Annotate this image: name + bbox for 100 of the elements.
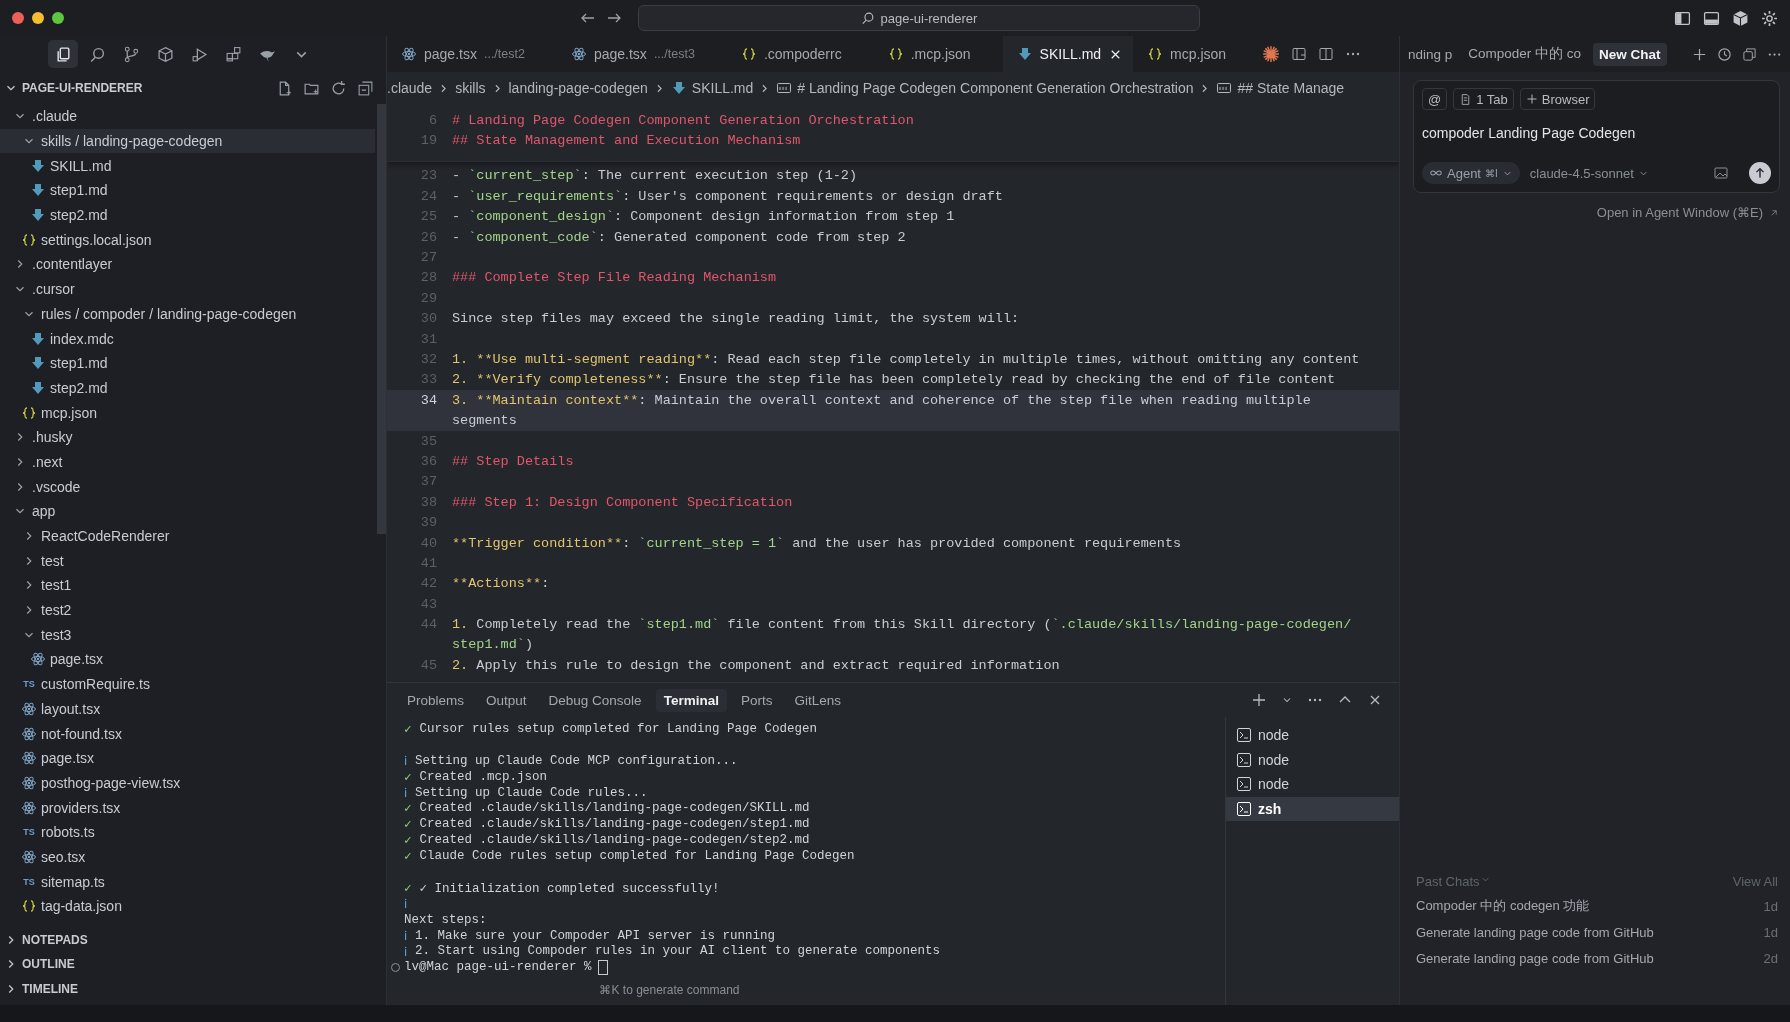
file-item[interactable]: providers.tsx [0, 795, 375, 820]
folder-item[interactable]: .husky [0, 424, 375, 450]
file-item[interactable]: index.mdc [0, 326, 375, 351]
info-mark: ℹ [404, 929, 407, 945]
file-item[interactable]: TS customRequire.ts [0, 671, 375, 697]
file-item[interactable]: tag-data.json [0, 894, 375, 919]
section-header[interactable]: OUTLINE [0, 952, 386, 977]
chat-tab[interactable]: New Chat [1593, 42, 1667, 66]
terminal-session[interactable]: node [1226, 723, 1399, 748]
folder-item[interactable]: test [0, 548, 375, 574]
line-number: 36 [419, 453, 438, 469]
folder-item[interactable]: .claude [0, 104, 375, 129]
past-chat-item[interactable]: Generate landing page code from GitHub 1d [1416, 919, 1778, 945]
line-number: 34 [419, 392, 438, 408]
file-item[interactable]: page.tsx [0, 647, 375, 672]
editor-tab[interactable]: SKILL.md [1002, 36, 1134, 72]
file-item[interactable]: settings.local.json [0, 227, 375, 253]
folder-item[interactable]: test3 [0, 622, 375, 648]
line-number: 41 [419, 555, 438, 571]
info-mark: ℹ [404, 786, 407, 801]
file-item[interactable]: step1.md [0, 178, 375, 203]
check-mark: ✓ [404, 880, 412, 896]
panel-tab[interactable]: Debug Console [540, 688, 650, 712]
file-item[interactable]: page.tsx [0, 745, 375, 771]
file-item[interactable]: seo.tsx [0, 844, 375, 870]
folder-item[interactable]: .contentlayer [0, 252, 375, 277]
chat-tab[interactable]: Compoder 中的 co [1464, 41, 1586, 67]
breadcrumb-item[interactable]: # Landing Page Codegen Component Generation Orchestration [797, 80, 1194, 96]
chat-tab[interactable]: nding p [1404, 42, 1457, 66]
file-item[interactable]: step2.md [0, 202, 375, 228]
folder-item[interactable]: skills / landing-page-codegen [0, 128, 375, 154]
typescript-file-icon: TS [23, 876, 35, 887]
file-item[interactable]: not-found.tsx [0, 721, 375, 746]
folder-item[interactable]: .cursor [0, 276, 375, 302]
file-item[interactable]: TS sitemap.ts [0, 869, 375, 894]
section-header[interactable]: TIMELINE [0, 976, 386, 1001]
panel-tab[interactable]: Output [478, 688, 535, 712]
file-item[interactable]: posthog-page-view.tsx [0, 770, 375, 796]
terminal-line: Created .mcp.json [419, 769, 548, 784]
line-number: 38 [419, 494, 438, 510]
breadcrumb-item[interactable]: landing-page-codegen [508, 80, 648, 96]
chat-input-field[interactable]: @ 1 Tab Browser compoder Landing Page Codegen Agent ⌘I claude-4.5-sonnet [1413, 80, 1780, 193]
editor-tab[interactable]: mcp.json [1133, 36, 1259, 72]
folder-item[interactable]: test1 [0, 573, 375, 598]
code-line: segments [452, 413, 517, 429]
file-item[interactable]: step1.md [0, 350, 375, 376]
file-item[interactable]: TS robots.ts [0, 819, 375, 845]
editor-tab[interactable]: .compoderrc [726, 36, 874, 72]
folder-item[interactable]: .vscode [0, 474, 375, 499]
breadcrumb-item[interactable]: .claude [387, 80, 433, 96]
panel-tab[interactable]: Terminal [655, 688, 727, 712]
info-mark: ℹ [404, 897, 407, 913]
terminal-session[interactable]: node [1226, 747, 1399, 772]
code-line: - `component_design`: Component design information from step 1 [452, 209, 955, 225]
check-mark: ✓ [404, 833, 412, 849]
terminal-line: Created .claude/skills/landing-page-codegen/SKILL.md [419, 801, 810, 816]
panel-tab[interactable]: Ports [732, 688, 781, 712]
code-line: 2. Apply this rule to design the component and extract required information [452, 657, 1060, 673]
editor-tab[interactable]: page.tsx .../test3 [556, 36, 727, 72]
past-chat-item[interactable]: Generate landing page code from GitHub 2d [1416, 945, 1778, 971]
breadcrumb-item[interactable]: ## State Manage [1237, 80, 1345, 96]
code-line: step1.md`) [452, 637, 534, 653]
folder-item[interactable]: .next [0, 449, 375, 475]
section-header[interactable]: NOTEPADS [0, 927, 386, 952]
info-mark: ℹ [404, 754, 407, 770]
breadcrumb-item[interactable]: skills [455, 80, 486, 96]
file-item[interactable]: step2.md [0, 375, 375, 401]
search-field[interactable]: page-ui-renderer [638, 5, 1200, 31]
file-item[interactable]: layout.tsx [0, 696, 375, 722]
panel-tab[interactable]: GitLens [786, 688, 849, 712]
terminal-session[interactable]: node [1226, 772, 1399, 797]
line-number: 26 [419, 229, 438, 245]
code-line: 2. **Verify completeness**: Ensure the step file has been completely read by checking the end of file content [452, 372, 1336, 388]
folder-item[interactable]: ReactCodeRenderer [0, 523, 375, 549]
code-line: **Trigger condition**: `current_step = 1` and the user has provided component requirements [452, 535, 1182, 551]
open-agent-window-link[interactable]: Open in Agent Window (⌘E) [1596, 205, 1780, 220]
code-line: Since step files may exceed the single reading limit, the system will: [452, 311, 1020, 327]
model-dropdown[interactable]: claude-4.5-sonnet [1529, 165, 1649, 181]
agent-dropdown[interactable]: Agent ⌘I [1422, 162, 1520, 184]
folder-item[interactable]: rules / compoder / landing-page-codegen [0, 301, 375, 327]
terminal-line: Created .claude/skills/landing-page-codegen/step1.md [419, 817, 810, 832]
code-line: # Landing Page Codegen Component Generation Orchestration [452, 112, 914, 128]
folder-item[interactable]: app [0, 499, 375, 524]
mention-chip[interactable]: @ [1422, 88, 1448, 110]
editor-tab[interactable]: .mcp.json [873, 36, 1003, 72]
editor-tab[interactable]: page.tsx .../test2 [387, 36, 557, 72]
terminal-line: 1. Make sure your Compoder API server is running [415, 928, 776, 943]
panel-tab[interactable]: Problems [399, 688, 473, 712]
terminal-line: 2. Start using Compoder rules in your AI client to generate components [415, 944, 941, 959]
file-item[interactable]: SKILL.md [0, 153, 375, 179]
browser-chip[interactable]: Browser [1519, 88, 1596, 110]
info-mark: ℹ [404, 944, 407, 960]
breadcrumb-item[interactable]: SKILL.md [691, 80, 754, 96]
past-chat-item[interactable]: Compoder 中的 codegen 功能 1d [1416, 893, 1778, 919]
line-number: 42 [419, 576, 438, 592]
tab-chip[interactable]: 1 Tab [1453, 88, 1514, 110]
file-item[interactable]: mcp.json [0, 400, 375, 425]
line-number: 33 [419, 372, 438, 388]
terminal-session[interactable]: zsh [1226, 796, 1399, 821]
folder-item[interactable]: test2 [0, 597, 375, 623]
